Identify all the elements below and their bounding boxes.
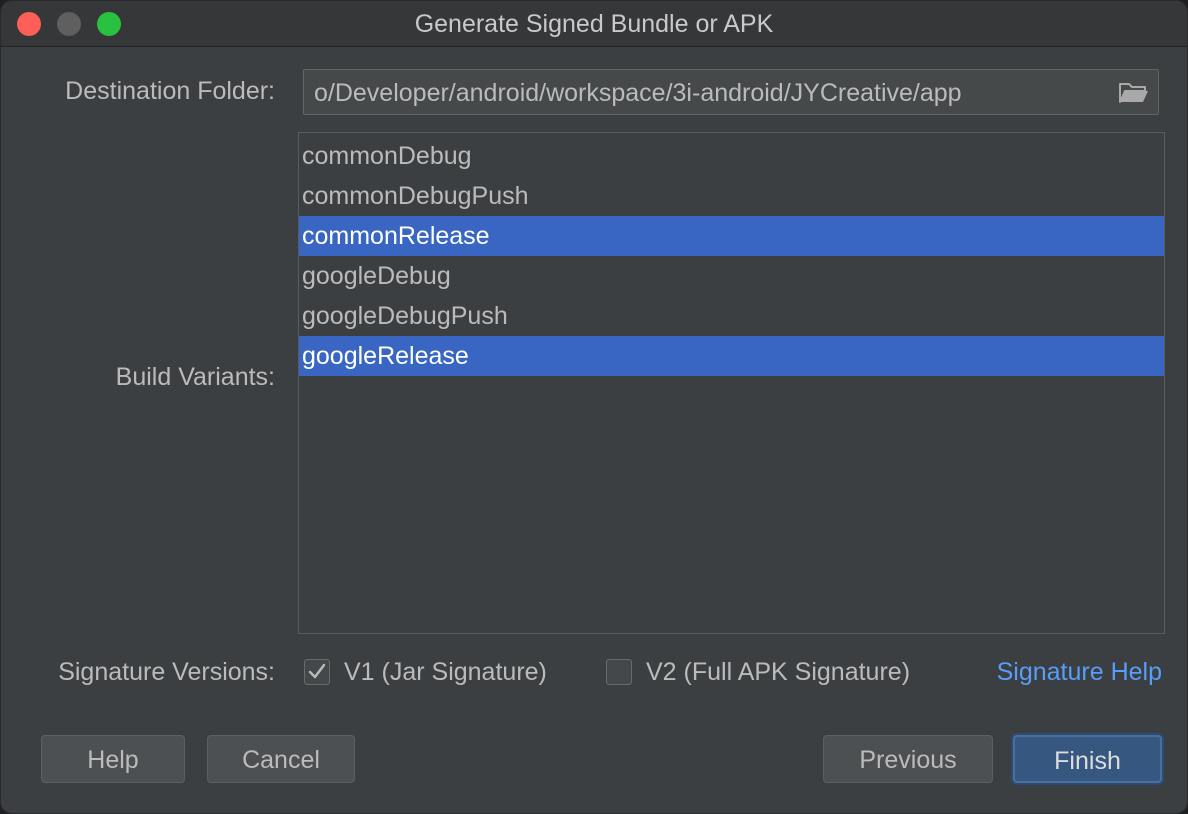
- v1-jar-signature-label[interactable]: V1 (Jar Signature): [344, 658, 547, 687]
- build-variant-item[interactable]: commonDebugPush: [299, 176, 1164, 216]
- build-variant-item[interactable]: commonDebug: [299, 136, 1164, 176]
- build-variant-item[interactable]: googleDebugPush: [299, 296, 1164, 336]
- v2-full-apk-signature-checkbox[interactable]: [606, 659, 632, 685]
- build-variants-list[interactable]: commonDebug commonDebugPush commonRelease g…: [298, 132, 1165, 634]
- dialog-window: Generate Signed Bundle or APK Destinatio…: [0, 0, 1188, 814]
- signature-versions-label: Signature Versions:: [58, 658, 275, 686]
- checkmark-icon: [308, 663, 326, 679]
- help-button[interactable]: Help: [41, 735, 185, 783]
- window-title: Generate Signed Bundle or APK: [414, 10, 774, 38]
- destination-folder-value[interactable]: o/Developer/android/workspace/3i-android…: [314, 70, 1106, 114]
- build-variant-item[interactable]: googleDebug: [299, 256, 1164, 296]
- title-bar[interactable]: Generate Signed Bundle or APK: [1, 1, 1187, 47]
- folder-open-icon[interactable]: [1118, 80, 1150, 106]
- previous-button[interactable]: Previous: [823, 735, 993, 783]
- finish-button[interactable]: Finish: [1013, 735, 1162, 783]
- destination-folder-label: Destination Folder:: [65, 77, 275, 105]
- v2-full-apk-signature-label[interactable]: V2 (Full APK Signature): [646, 658, 910, 687]
- build-variants-label: Build Variants:: [115, 363, 275, 391]
- signature-help-link[interactable]: Signature Help: [997, 658, 1162, 687]
- cancel-button[interactable]: Cancel: [207, 735, 355, 783]
- build-variant-item[interactable]: googleRelease: [299, 336, 1164, 376]
- destination-folder-field[interactable]: o/Developer/android/workspace/3i-android…: [303, 69, 1159, 115]
- build-variant-item[interactable]: commonRelease: [299, 216, 1164, 256]
- v1-jar-signature-checkbox[interactable]: [304, 659, 330, 685]
